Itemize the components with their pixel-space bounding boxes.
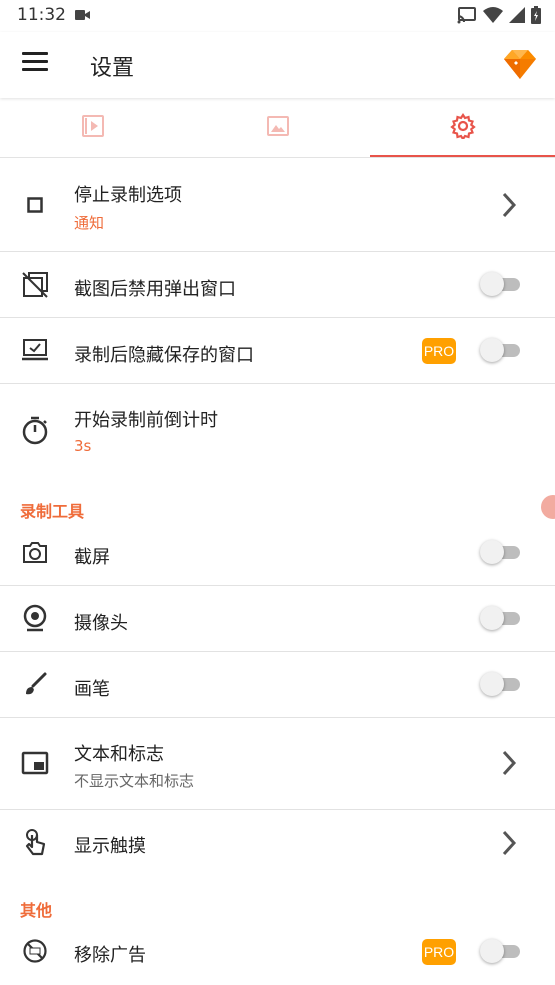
diamond-icon[interactable] — [503, 47, 537, 85]
pro-badge: PRO — [422, 939, 456, 965]
app-bar: 设置 — [0, 32, 555, 98]
hide-saved-window-toggle[interactable] — [480, 338, 522, 362]
signal-icon — [509, 7, 525, 27]
stop-square-icon — [20, 190, 50, 220]
brush-tool-row[interactable]: 画笔 — [0, 652, 555, 717]
floating-bubble[interactable] — [541, 495, 555, 519]
countdown-value: 3s — [74, 437, 92, 455]
chevron-right-icon — [501, 829, 517, 861]
hide-saved-window-label: 录制后隐藏保存的窗口 — [74, 345, 254, 366]
countdown-row[interactable]: 开始录制前倒计时 3s — [0, 384, 555, 476]
section-header-other: 其他 — [20, 901, 53, 920]
no-ads-icon — [20, 936, 50, 966]
pro-badge: PRO — [422, 338, 456, 364]
tabs-divider — [0, 157, 555, 158]
screenshot-tool-row[interactable]: 截屏 — [0, 520, 555, 585]
remove-ads-row[interactable]: 移除广告 PRO — [0, 919, 555, 985]
camera-tool-row[interactable]: 摄像头 — [0, 586, 555, 651]
cast-icon — [457, 6, 477, 28]
remove-ads-label: 移除广告 — [74, 945, 146, 966]
chevron-right-icon — [501, 191, 517, 223]
hamburger-menu-icon[interactable] — [22, 52, 48, 76]
screenshot-label: 截屏 — [74, 547, 110, 568]
timer-icon — [20, 415, 50, 445]
tab-settings[interactable] — [370, 99, 555, 157]
webcam-icon — [20, 603, 50, 633]
camera-toggle[interactable] — [480, 606, 522, 630]
brush-label: 画笔 — [74, 679, 110, 700]
disable-popup-toggle[interactable] — [480, 272, 522, 296]
section-header-recording-tools: 录制工具 — [20, 502, 85, 521]
laptop-check-icon — [20, 335, 50, 365]
stop-recording-label: 停止录制选项 — [74, 185, 182, 206]
wifi-icon — [483, 7, 503, 27]
show-touches-row[interactable]: 显示触摸 — [0, 810, 555, 876]
screenshot-toggle[interactable] — [480, 540, 522, 564]
stop-recording-value: 通知 — [74, 214, 105, 232]
chevron-right-icon — [501, 749, 517, 781]
disable-popup-label: 截图后禁用弹出窗口 — [74, 279, 236, 300]
tab-images[interactable] — [185, 99, 370, 157]
status-bar: 11:32 — [0, 0, 555, 32]
battery-icon — [531, 6, 541, 28]
status-icons — [457, 6, 541, 28]
text-logo-row[interactable]: 文本和标志 不显示文本和标志 — [0, 718, 555, 809]
camera-icon — [20, 537, 50, 567]
page-title: 设置 — [90, 56, 135, 81]
tab-bar — [0, 99, 555, 157]
video-record-icon — [75, 7, 91, 26]
brush-icon — [20, 669, 50, 699]
image-icon — [266, 114, 290, 142]
no-popup-icon — [20, 270, 50, 300]
gear-icon — [449, 113, 476, 143]
camera-label: 摄像头 — [74, 613, 128, 634]
status-time: 11:32 — [17, 5, 66, 25]
countdown-label: 开始录制前倒计时 — [74, 410, 218, 431]
touch-hand-icon — [20, 828, 50, 858]
hide-saved-window-row[interactable]: 录制后隐藏保存的窗口 PRO — [0, 318, 555, 383]
stop-recording-option-row[interactable]: 停止录制选项 通知 — [0, 159, 555, 251]
picture-in-picture-icon — [20, 748, 50, 778]
disable-popup-row[interactable]: 截图后禁用弹出窗口 — [0, 252, 555, 317]
tab-videos[interactable] — [0, 99, 185, 157]
text-logo-label: 文本和标志 — [74, 744, 164, 765]
remove-ads-toggle[interactable] — [480, 939, 522, 963]
video-play-icon — [81, 114, 105, 142]
text-logo-value: 不显示文本和标志 — [74, 772, 195, 790]
show-touches-label: 显示触摸 — [74, 836, 146, 857]
brush-toggle[interactable] — [480, 672, 522, 696]
